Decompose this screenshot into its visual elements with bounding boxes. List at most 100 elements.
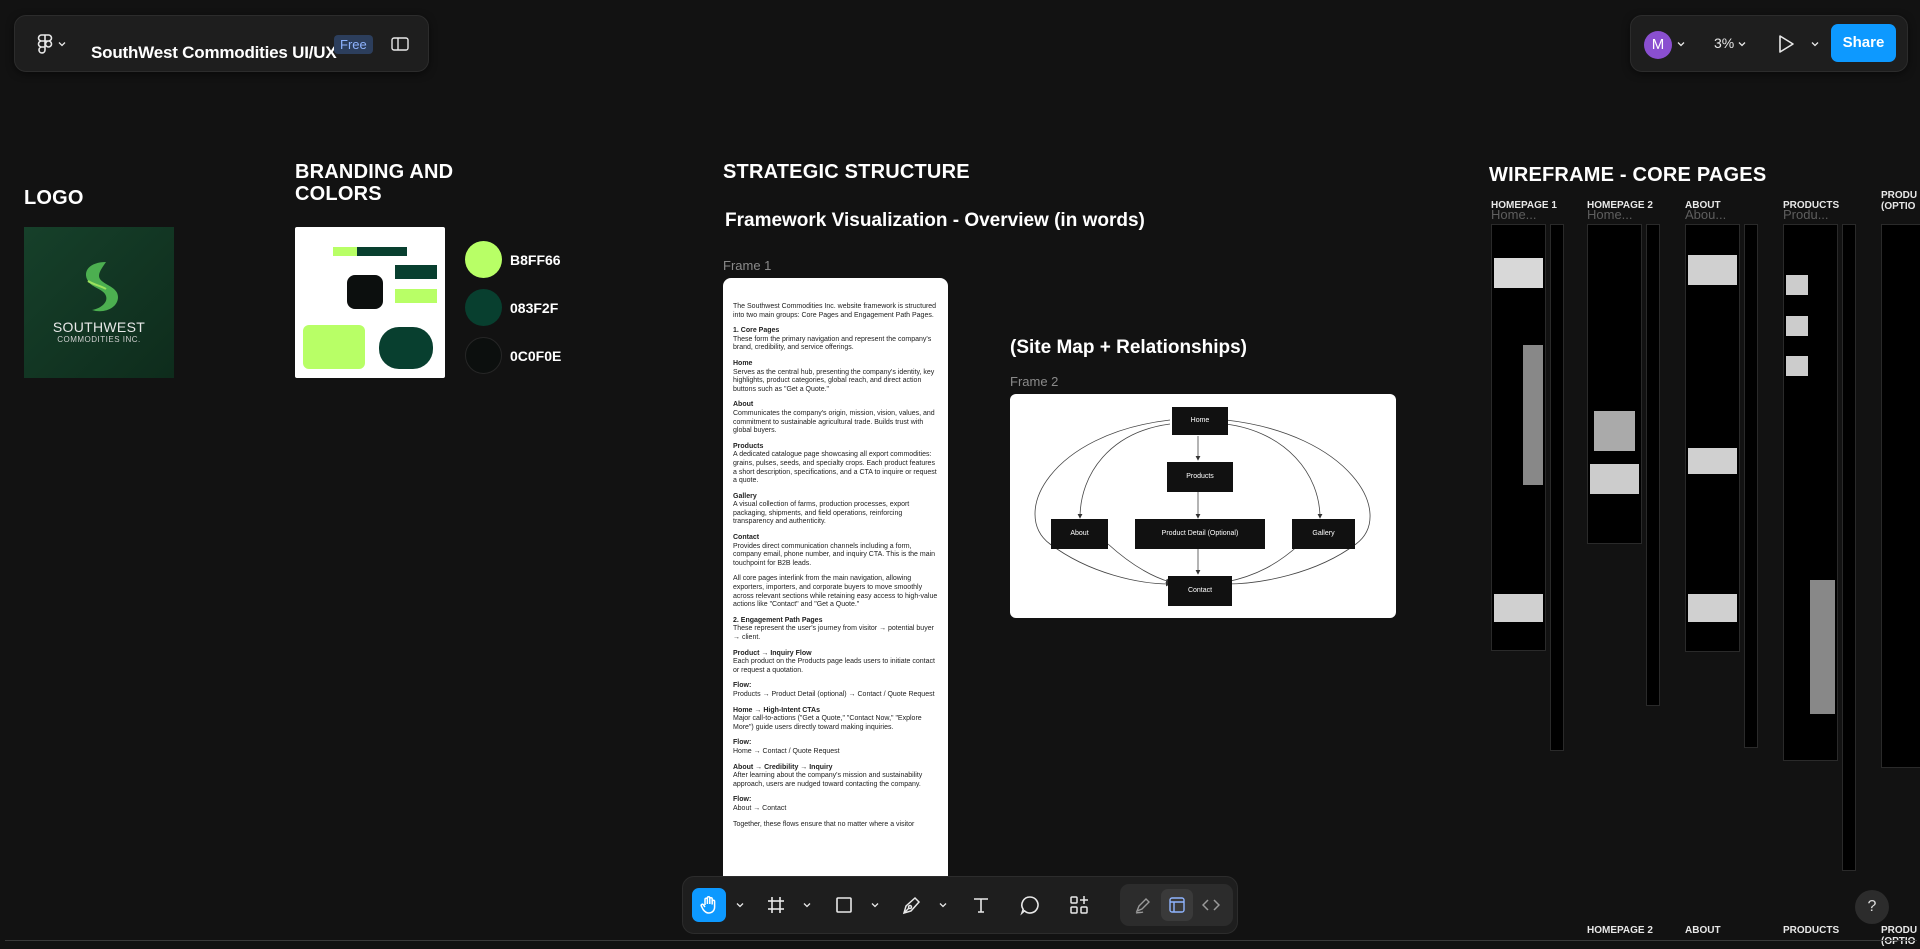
wireframe-image-block <box>1523 345 1543 485</box>
doc-paragraph: Gallery A visual collection of farms, pro… <box>733 493 938 527</box>
wireframe-homepage1-mobile[interactable] <box>1550 224 1564 751</box>
wireframe-sub-homepage2: Home... <box>1587 207 1633 222</box>
rectangle-icon <box>836 897 852 913</box>
text-icon <box>974 898 988 913</box>
wireframe-image-block <box>1688 594 1737 622</box>
design-mode[interactable] <box>1161 889 1193 921</box>
doc-paragraph: Flow: Home → Contact / Quote Request <box>733 739 938 756</box>
doc-paragraph-text: About → Contact <box>733 804 787 812</box>
actions-tool[interactable] <box>1062 888 1096 922</box>
doc-paragraph-title: Gallery <box>733 492 757 500</box>
wireframe-image-block <box>1494 594 1543 622</box>
doc-paragraph-text: These represent the user's journey from … <box>733 625 934 641</box>
wireframe-image-block <box>1786 316 1808 336</box>
doc-paragraph: Products A dedicated catalogue page showc… <box>733 443 938 486</box>
doc-paragraph-text: Home → Contact / Quote Request <box>733 747 840 755</box>
wireframe-label-product-detail[interactable]: PRODU (OPTIO <box>1881 190 1920 212</box>
chevron-down-icon[interactable] <box>1738 40 1746 48</box>
strategic-heading: STRATEGIC STRUCTURE <box>723 161 970 183</box>
hand-icon <box>700 896 716 914</box>
wireframe-about-desktop[interactable] <box>1685 224 1740 652</box>
wireframe-image-block <box>1810 580 1835 714</box>
logo-image[interactable]: SOUTHWEST COMMODITIES INC. <box>24 227 174 378</box>
doc-paragraph-text: Products → Product Detail (optional) → C… <box>733 690 935 698</box>
color-swatch-2[interactable] <box>465 289 502 326</box>
present-button[interactable] <box>1774 32 1798 56</box>
sitemap-node-product-detail: Product Detail (Optional) <box>1135 519 1265 549</box>
wireframe-sub-homepage1: Home... <box>1491 207 1537 222</box>
file-title[interactable]: SouthWest Commodities UI/UX <box>91 43 337 63</box>
doc-paragraph: Contact Provides direct communication cha… <box>733 534 938 568</box>
color-label-2: 083F2F <box>510 300 559 316</box>
comment-tool[interactable] <box>1013 888 1047 922</box>
bottom-label-homepage2: HOMEPAGE 2 <box>1587 925 1653 936</box>
doc-paragraph-title: About <box>733 401 754 409</box>
wireframe-homepage2-mobile[interactable] <box>1646 224 1660 706</box>
shape-tool[interactable] <box>827 888 861 922</box>
doc-paragraph: The Southwest Commodities Inc. website f… <box>733 303 938 320</box>
frame2-label[interactable]: Frame 2 <box>1010 374 1058 389</box>
wireframe-hero-block <box>1494 258 1543 288</box>
chevron-down-icon[interactable] <box>939 901 947 909</box>
brand-card-bar-accent <box>333 247 357 256</box>
sitemap-node-products: Products <box>1167 462 1233 492</box>
color-swatch-1[interactable] <box>465 241 502 278</box>
frame1-label[interactable]: Frame 1 <box>723 258 771 273</box>
wireframe-product-detail-desktop[interactable] <box>1881 224 1920 768</box>
text-tool[interactable] <box>964 888 998 922</box>
branding-heading-line2: COLORS <box>295 183 382 205</box>
share-button[interactable]: Share <box>1831 24 1896 62</box>
brand-moodboard-image[interactable] <box>295 227 445 378</box>
sidebar-toggle-button[interactable] <box>388 33 412 55</box>
doc-paragraph-text: Serves as the central hub, presenting th… <box>733 368 935 393</box>
chevron-down-icon[interactable] <box>736 901 744 909</box>
avatar[interactable]: M <box>1644 31 1672 59</box>
doc-paragraph-title: Home <box>733 359 753 367</box>
pen-tool[interactable] <box>895 888 929 922</box>
doc-paragraph: 1. Core Pages These form the primary navi… <box>733 327 938 353</box>
doc-paragraph-title: Product → Inquiry Flow <box>733 649 812 657</box>
main-menu-button[interactable] <box>32 31 70 57</box>
leaf-s-icon <box>86 262 118 312</box>
frame-tool[interactable] <box>759 888 793 922</box>
doc-paragraph: About → Credibility → Inquiry After learn… <box>733 764 938 790</box>
plan-badge[interactable]: Free <box>334 35 373 54</box>
bottom-label-about: ABOUT <box>1685 925 1721 936</box>
pen-icon <box>902 896 921 915</box>
framework-document[interactable]: The Southwest Commodities Inc. website f… <box>723 278 948 878</box>
hash-icon <box>768 897 784 913</box>
chevron-down-icon[interactable] <box>803 901 811 909</box>
wireframe-heading: WIREFRAME - CORE PAGES <box>1489 164 1767 186</box>
doc-paragraph: Flow: About → Contact <box>733 796 938 813</box>
hand-tool[interactable] <box>692 888 726 922</box>
color-swatch-3[interactable] <box>465 337 502 374</box>
draw-mode[interactable] <box>1127 889 1159 921</box>
doc-paragraph: Home Serves as the central hub, presentin… <box>733 360 938 394</box>
doc-paragraph: Product → Inquiry Flow Each product on th… <box>733 650 938 676</box>
sitemap-node-contact: Contact <box>1168 576 1232 606</box>
horizontal-scrollbar[interactable] <box>5 940 1917 945</box>
color-label-1: B8FF66 <box>510 252 561 268</box>
sitemap-diagram[interactable]: Home Products About Product Detail (Opti… <box>1010 394 1396 618</box>
doc-paragraph-title: Flow: <box>733 796 752 804</box>
doc-paragraph: 2. Engagement Path Pages These represent … <box>733 617 938 643</box>
brand-card-sticker-2 <box>379 327 433 369</box>
brand-card-tag <box>395 265 437 279</box>
wireframe-homepage2-desktop[interactable] <box>1587 224 1642 544</box>
chevron-down-icon[interactable] <box>871 901 879 909</box>
brand-card-sticker <box>303 325 365 369</box>
draw-icon <box>1135 898 1150 914</box>
figma-logo-icon <box>37 34 52 54</box>
zoom-level[interactable]: 3% <box>1714 35 1734 51</box>
doc-paragraph-title: About → Credibility → Inquiry <box>733 763 833 771</box>
wireframe-image-block <box>1688 448 1737 474</box>
wireframe-about-mobile[interactable] <box>1744 224 1758 748</box>
doc-paragraph-text: A dedicated catalogue page showcasing al… <box>733 451 937 485</box>
help-button[interactable]: ? <box>1855 890 1889 924</box>
chevron-down-icon[interactable] <box>1677 40 1685 48</box>
dev-mode[interactable] <box>1195 889 1227 921</box>
chevron-down-icon[interactable] <box>1811 40 1819 48</box>
doc-paragraph-title: Home → High-Intent CTAs <box>733 706 820 714</box>
doc-paragraph: All core pages interlink from the main n… <box>733 575 938 609</box>
wireframe-products-mobile[interactable] <box>1842 224 1856 871</box>
